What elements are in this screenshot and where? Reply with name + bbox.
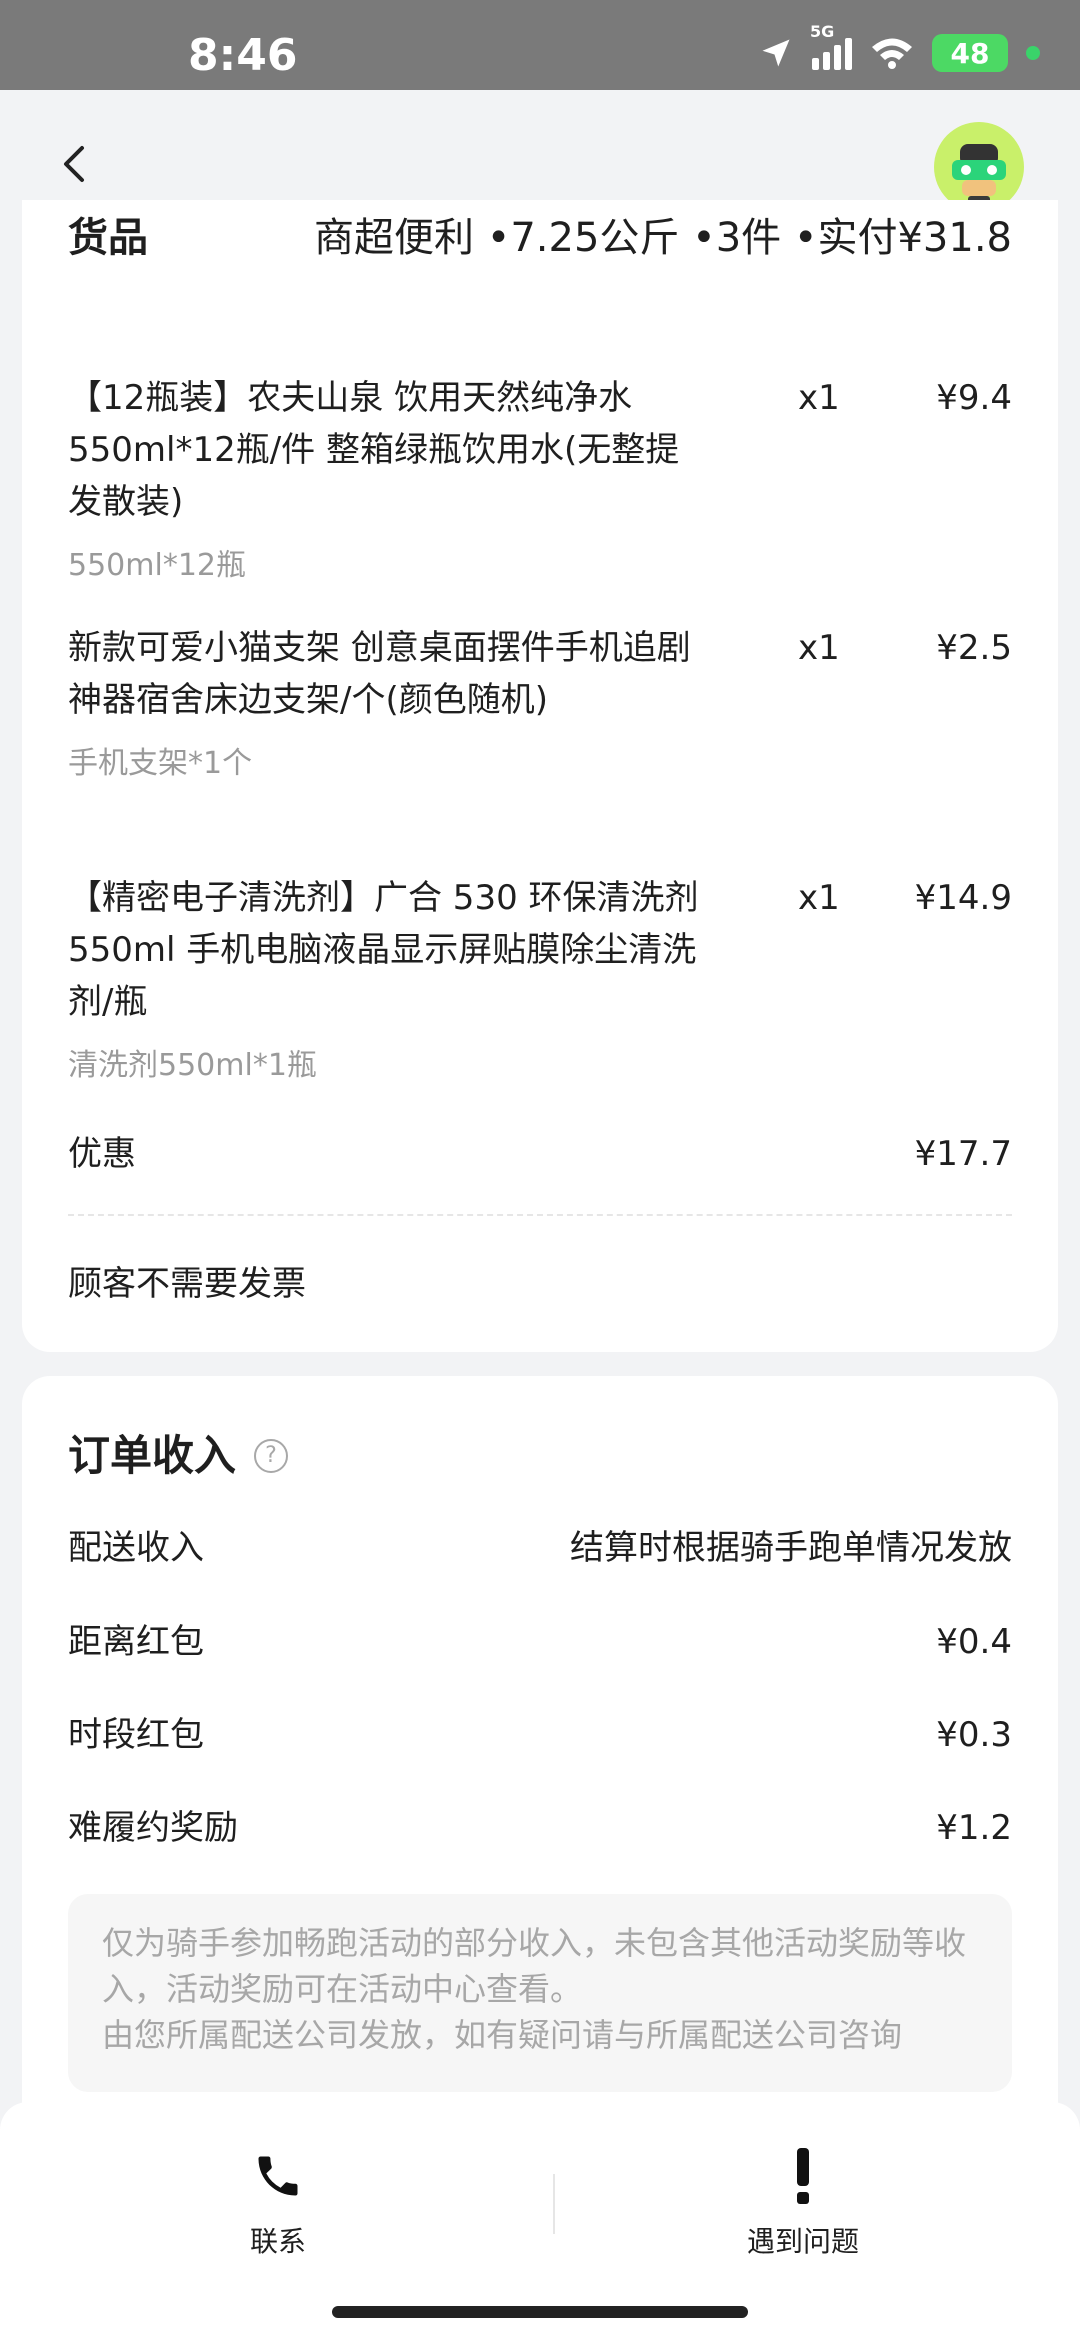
income-card: 订单收入 ? 配送收入 结算时根据骑手跑单情况发放 距离红包 ¥0.4 时段红包…: [22, 1376, 1058, 2136]
location-arrow-icon: [762, 39, 790, 67]
income-label: 距离红包: [68, 1622, 204, 1662]
home-indicator[interactable]: [332, 2306, 748, 2318]
contact-label: 联系: [249, 2225, 306, 2258]
discount-row: 优惠 ¥17.7: [68, 1128, 1012, 1180]
income-value: ¥0.3: [936, 1715, 1012, 1755]
invoice-row: 顾客不需要发票: [68, 1258, 1012, 1310]
item-name: 【12瓶装】农夫山泉 饮用天然纯净水550ml*12瓶/件 整箱绿瓶饮用水(无整…: [68, 378, 680, 522]
note-line-2: 由您所属配送公司发放，如有疑问请与所属配送公司咨询: [102, 2016, 903, 2054]
report-problem-button[interactable]: 遇到问题: [653, 2148, 953, 2260]
item-name: 【精密电子清洗剂】广合 530 环保清洗剂 550ml 手机电脑液晶显示屏贴膜除…: [68, 878, 699, 1022]
item-qty: x1: [798, 628, 840, 668]
item-price: ¥9.4: [936, 378, 1012, 418]
wifi-icon: [872, 38, 912, 69]
tab-divider: [553, 2174, 555, 2234]
goods-card: 货品 商超便利 •7.25公斤 •3件 •实付¥31.8 【12瓶装】农夫山泉 …: [22, 200, 1058, 1352]
income-title: 订单收入: [68, 1431, 237, 1480]
income-row: 难履约奖励 ¥1.2: [68, 1802, 1012, 1854]
income-row: 配送收入 结算时根据骑手跑单情况发放: [68, 1522, 1012, 1574]
income-value: ¥1.2: [936, 1808, 1012, 1848]
back-arrow-icon[interactable]: [56, 144, 96, 184]
list-item[interactable]: 新款可爱小猫支架 创意桌面摆件手机追剧神器宿舍床边支架/个(颜色随机) x1 ¥…: [68, 622, 1012, 790]
goods-header: 货品 商超便利 •7.25公斤 •3件 •实付¥31.8: [68, 212, 1012, 264]
robot-avatar-icon: [952, 144, 1006, 206]
income-title-row: 订单收入 ?: [68, 1430, 1012, 1482]
list-item[interactable]: 【12瓶装】农夫山泉 饮用天然纯净水550ml*12瓶/件 整箱绿瓶饮用水(无整…: [68, 372, 1012, 592]
cellular-signal-icon: 5G: [810, 22, 852, 70]
item-qty: x1: [798, 378, 840, 418]
privacy-dot: [1026, 46, 1040, 60]
income-label: 难履约奖励: [68, 1808, 238, 1848]
status-time: 8:46: [188, 30, 298, 81]
status-icons: 5G 48: [758, 22, 1040, 72]
income-row: 距离红包 ¥0.4: [68, 1616, 1012, 1668]
item-spec: 手机支架*1个: [68, 746, 253, 781]
income-value: 结算时根据骑手跑单情况发放: [570, 1528, 1012, 1568]
item-price: ¥14.9: [914, 878, 1012, 918]
discount-value: ¥17.7: [914, 1134, 1012, 1174]
phone-icon: [250, 2148, 306, 2204]
status-bar: 8:46 5G 48: [0, 0, 1080, 90]
invoice-text: 顾客不需要发票: [68, 1264, 306, 1304]
network-type: 5G: [810, 22, 835, 41]
item-price: ¥2.5: [936, 628, 1012, 668]
income-label: 配送收入: [68, 1528, 204, 1568]
discount-label: 优惠: [68, 1134, 136, 1174]
item-spec: 550ml*12瓶: [68, 548, 246, 583]
goods-title: 货品: [68, 215, 148, 261]
problem-label: 遇到问题: [746, 2225, 859, 2258]
avatar[interactable]: [934, 122, 1024, 212]
item-spec: 清洗剂550ml*1瓶: [68, 1048, 317, 1083]
income-value: ¥0.4: [936, 1622, 1012, 1662]
income-label: 时段红包: [68, 1715, 204, 1755]
item-name: 新款可爱小猫支架 创意桌面摆件手机追剧神器宿舍床边支架/个(颜色随机): [68, 628, 691, 720]
contact-button[interactable]: 联系: [128, 2148, 428, 2260]
list-item[interactable]: 【精密电子清洗剂】广合 530 环保清洗剂 550ml 手机电脑液晶显示屏贴膜除…: [68, 872, 1012, 1092]
question-circle-icon[interactable]: ?: [254, 1439, 289, 1473]
income-note: 仅为骑手参加畅跑活动的部分收入，未包含其他活动奖励等收入，活动奖励可在活动中心查…: [68, 1894, 1012, 2092]
dashed-divider: [68, 1214, 1012, 1216]
bottom-action-bar: 联系 遇到问题: [0, 2102, 1080, 2340]
income-row: 时段红包 ¥0.3: [68, 1709, 1012, 1761]
goods-summary: 商超便利 •7.25公斤 •3件 •实付¥31.8: [314, 215, 1012, 261]
battery-indicator: 48: [932, 34, 1008, 72]
item-qty: x1: [798, 878, 840, 918]
exclamation-icon: [775, 2148, 831, 2204]
note-line-1: 仅为骑手参加畅跑活动的部分收入，未包含其他活动奖励等收入，活动奖励可在活动中心查…: [102, 1924, 967, 2008]
